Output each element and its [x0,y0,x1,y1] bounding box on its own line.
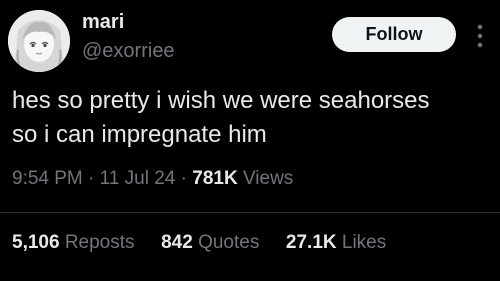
likes-label: Likes [341,232,387,253]
tweet-text: hes so pretty i wish we were seahorses s… [12,84,492,152]
likes-stat[interactable]: 27.1K Likes [286,232,386,253]
follow-button[interactable]: Follow [332,17,456,52]
tweet-time[interactable]: 9:54 PM [12,168,83,189]
quotes-label: Quotes [198,232,260,253]
user-handle[interactable]: @exorriee [82,40,175,63]
reposts-label: Reposts [64,232,135,253]
reposts-stat[interactable]: 5,106 Reposts [12,232,140,253]
anime-girl-avatar-icon [8,10,70,72]
views-count: 781K [192,168,238,189]
meta-separator: · [88,168,95,189]
quotes-stat[interactable]: 842 Quotes [161,232,265,253]
tweet-stats: 5,106 Reposts 842 Quotes 27.1K Likes [12,232,386,254]
display-name[interactable]: mari [82,11,124,34]
reposts-count: 5,106 [12,232,60,253]
quotes-count: 842 [161,232,193,253]
divider [0,212,500,213]
tweet-text-line: so i can impregnate him [12,121,267,148]
tweet-meta: 9:54 PM · 11 Jul 24 · 781K Views [12,168,293,190]
tweet-text-line: hes so pretty i wish we were seahorses [12,87,430,114]
meta-separator: · [180,168,187,189]
likes-count: 27.1K [285,232,337,253]
tweet-date[interactable]: 11 Jul 24 [100,168,176,189]
views-label: Views [242,168,294,189]
avatar[interactable] [8,10,70,72]
more-vertical-icon[interactable] [472,22,488,50]
